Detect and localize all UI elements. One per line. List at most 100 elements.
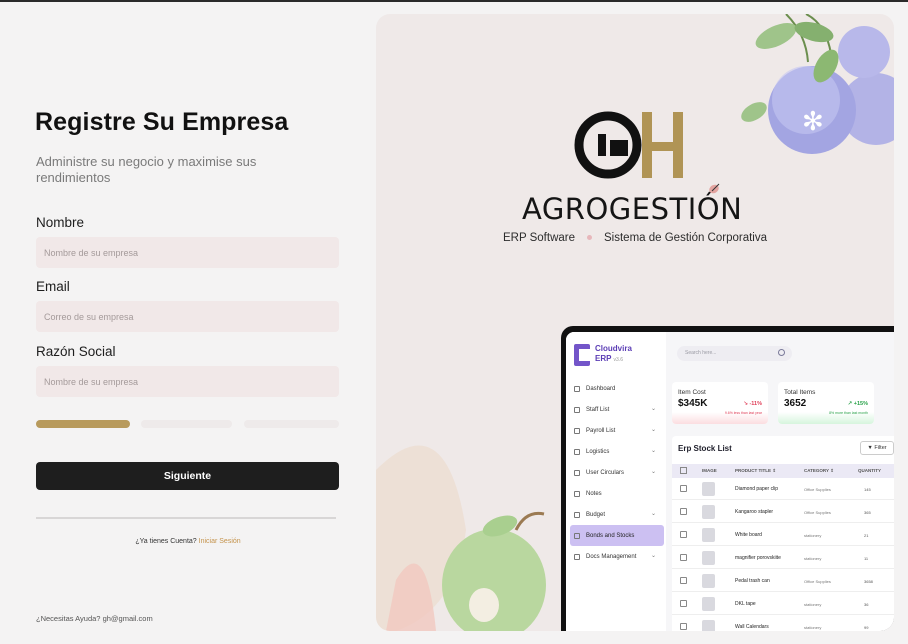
search-placeholder: Search here... bbox=[685, 350, 717, 356]
nav-label: Bonds and Stocks bbox=[586, 532, 635, 539]
select-all-checkbox[interactable] bbox=[680, 467, 687, 474]
product-quantity: 365 bbox=[864, 510, 871, 515]
table-row[interactable]: DKL tape stationery 36 bbox=[672, 593, 894, 615]
login-prompt: ¿Ya tienes Cuenta? Iniciar Sesión bbox=[0, 538, 376, 545]
nombre-input[interactable] bbox=[36, 237, 339, 268]
product-category: stationery bbox=[804, 625, 822, 630]
product-image bbox=[702, 597, 715, 611]
razon-social-input[interactable] bbox=[36, 366, 339, 397]
kpi-card-item-cost: Item Cost $345K ↘ -11% 9.6% less than la… bbox=[672, 382, 768, 424]
card-value: $345K bbox=[678, 398, 708, 409]
erp-app-name: Cloudvira ERP v3.6 bbox=[595, 344, 632, 366]
erp-version: v3.6 bbox=[613, 357, 623, 363]
erp-search-input[interactable]: Search here... bbox=[677, 346, 792, 361]
staff-icon bbox=[574, 406, 580, 413]
chevron-down-icon: ⌄ bbox=[650, 406, 656, 412]
siguiente-button[interactable]: Siguiente bbox=[36, 462, 339, 490]
product-category: stationery bbox=[804, 556, 822, 561]
registration-form: Registre Su Empresa Administre su negoci… bbox=[0, 0, 376, 644]
product-category: stationery bbox=[804, 602, 822, 607]
product-quantity: 99 bbox=[864, 625, 869, 630]
brand-panel: ✻ AGROGESTIÓN ERP Software Sistema de Ges… bbox=[376, 14, 894, 631]
nav-item-bonds-and-stocks[interactable]: Bonds and Stocks bbox=[570, 525, 664, 546]
product-quantity: 145 bbox=[864, 487, 871, 492]
nombre-label: Nombre bbox=[36, 215, 85, 230]
leaf-accent-icon bbox=[709, 183, 720, 194]
table-row[interactable]: Pedal trash can Office Supplies 3658 bbox=[672, 570, 894, 592]
header-quantity: QUANTITY bbox=[858, 468, 881, 473]
gh-logo bbox=[574, 111, 683, 179]
filter-button[interactable]: ▼ Filter bbox=[860, 441, 894, 455]
product-title: Pedal trash can bbox=[735, 578, 770, 584]
nav-item-staff-list[interactable]: Staff List ⌄ bbox=[570, 399, 664, 420]
header-category[interactable]: CATEGORY ⇕ bbox=[804, 468, 834, 474]
bonds-icon bbox=[574, 532, 580, 539]
nav-label: Budget bbox=[586, 511, 606, 518]
tagline-dot bbox=[587, 235, 592, 241]
table-row[interactable]: Wall Calendars stationery 99 bbox=[672, 616, 894, 631]
product-quantity: 11 bbox=[864, 556, 869, 561]
nav-label: Staff List bbox=[586, 406, 610, 413]
erp-brand: Cloudvira ERP v3.6 bbox=[574, 344, 632, 366]
row-checkbox[interactable] bbox=[680, 600, 687, 607]
nav-label: Dashboard bbox=[586, 385, 616, 392]
product-title: DKL tape bbox=[735, 601, 756, 607]
circulars-icon bbox=[574, 469, 580, 476]
row-checkbox[interactable] bbox=[680, 485, 687, 492]
erp-mockup-screen: Cloudvira ERP v3.6 Dashboard Staff List ⌄… bbox=[566, 332, 894, 631]
email-input[interactable] bbox=[36, 301, 339, 332]
chevron-down-icon: ⌄ bbox=[650, 448, 656, 454]
razon-social-label: Razón Social bbox=[36, 344, 116, 359]
notes-icon bbox=[574, 490, 580, 497]
erp-sidebar: Cloudvira ERP v3.6 Dashboard Staff List ⌄… bbox=[566, 332, 666, 631]
table-row[interactable]: White board stationery 21 bbox=[672, 524, 894, 546]
brand-name: AGROGESTIÓN bbox=[522, 192, 743, 226]
brand-tagline: ERP Software Sistema de Gestión Corporati… bbox=[376, 232, 894, 244]
nav-label: User Circulars bbox=[586, 469, 625, 476]
nav-item-logistics[interactable]: Logistics ⌄ bbox=[570, 441, 664, 462]
header-product-title[interactable]: PRODUCT TITLE ⇕ bbox=[735, 468, 776, 474]
table-header: IMAGE PRODUCT TITLE ⇕ CATEGORY ⇕ QUANTIT… bbox=[672, 464, 894, 478]
nav-item-docs-management[interactable]: Docs Management ⌄ bbox=[570, 546, 664, 567]
card-delta: ↗ +15% bbox=[847, 401, 868, 407]
product-category: Office Supplies bbox=[804, 510, 831, 515]
kpi-card-total-items: Total Items 3652 ↗ +15% 8% more than las… bbox=[778, 382, 874, 424]
chevron-down-icon: ⌄ bbox=[650, 511, 656, 517]
erp-logo-icon bbox=[574, 344, 590, 366]
product-image bbox=[702, 482, 715, 496]
svg-text:✻: ✻ bbox=[802, 107, 824, 137]
erp-mockup-device: Cloudvira ERP v3.6 Dashboard Staff List ⌄… bbox=[561, 326, 894, 631]
table-row[interactable]: Kangaroo stapler Office Supplies 365 bbox=[672, 501, 894, 523]
nav-item-budget[interactable]: Budget ⌄ bbox=[570, 504, 664, 525]
stock-table-card: Erp Stock List ▼ Filter IMAGE PRODUCT TI… bbox=[672, 436, 894, 631]
card-subtext: 9.6% less than last year bbox=[724, 411, 762, 415]
product-category: Office Supplies bbox=[804, 579, 831, 584]
docs-icon bbox=[574, 553, 580, 560]
product-image bbox=[702, 528, 715, 542]
product-quantity: 3658 bbox=[864, 579, 873, 584]
row-checkbox[interactable] bbox=[680, 508, 687, 515]
nav-label: Payroll List bbox=[586, 427, 616, 434]
row-checkbox[interactable] bbox=[680, 531, 687, 538]
nav-item-dashboard[interactable]: Dashboard bbox=[570, 378, 664, 399]
chevron-down-icon: ⌄ bbox=[650, 553, 656, 559]
nav-label: Docs Management bbox=[586, 553, 637, 560]
product-image bbox=[702, 620, 715, 631]
erp-nav: Dashboard Staff List ⌄ Payroll List ⌄ Logi… bbox=[570, 378, 664, 567]
product-title: magnifier porovskiite bbox=[735, 555, 781, 561]
nav-item-user-circulars[interactable]: User Circulars ⌄ bbox=[570, 462, 664, 483]
erp-app-sub: ERP bbox=[595, 354, 612, 363]
nav-item-payroll-list[interactable]: Payroll List ⌄ bbox=[570, 420, 664, 441]
login-link[interactable]: Iniciar Sesión bbox=[199, 538, 241, 545]
nav-label: Notes bbox=[586, 490, 602, 497]
product-image bbox=[702, 551, 715, 565]
nav-item-notes[interactable]: Notes bbox=[570, 483, 664, 504]
product-title: Kangaroo stapler bbox=[735, 509, 774, 515]
row-checkbox[interactable] bbox=[680, 623, 687, 630]
product-title: Wall Calendars bbox=[735, 624, 769, 630]
table-row[interactable]: Diamond paper clip Office Supplies 145 bbox=[672, 478, 894, 500]
table-row[interactable]: magnifier porovskiite stationery 11 bbox=[672, 547, 894, 569]
row-checkbox[interactable] bbox=[680, 554, 687, 561]
logistics-icon bbox=[574, 448, 580, 455]
row-checkbox[interactable] bbox=[680, 577, 687, 584]
